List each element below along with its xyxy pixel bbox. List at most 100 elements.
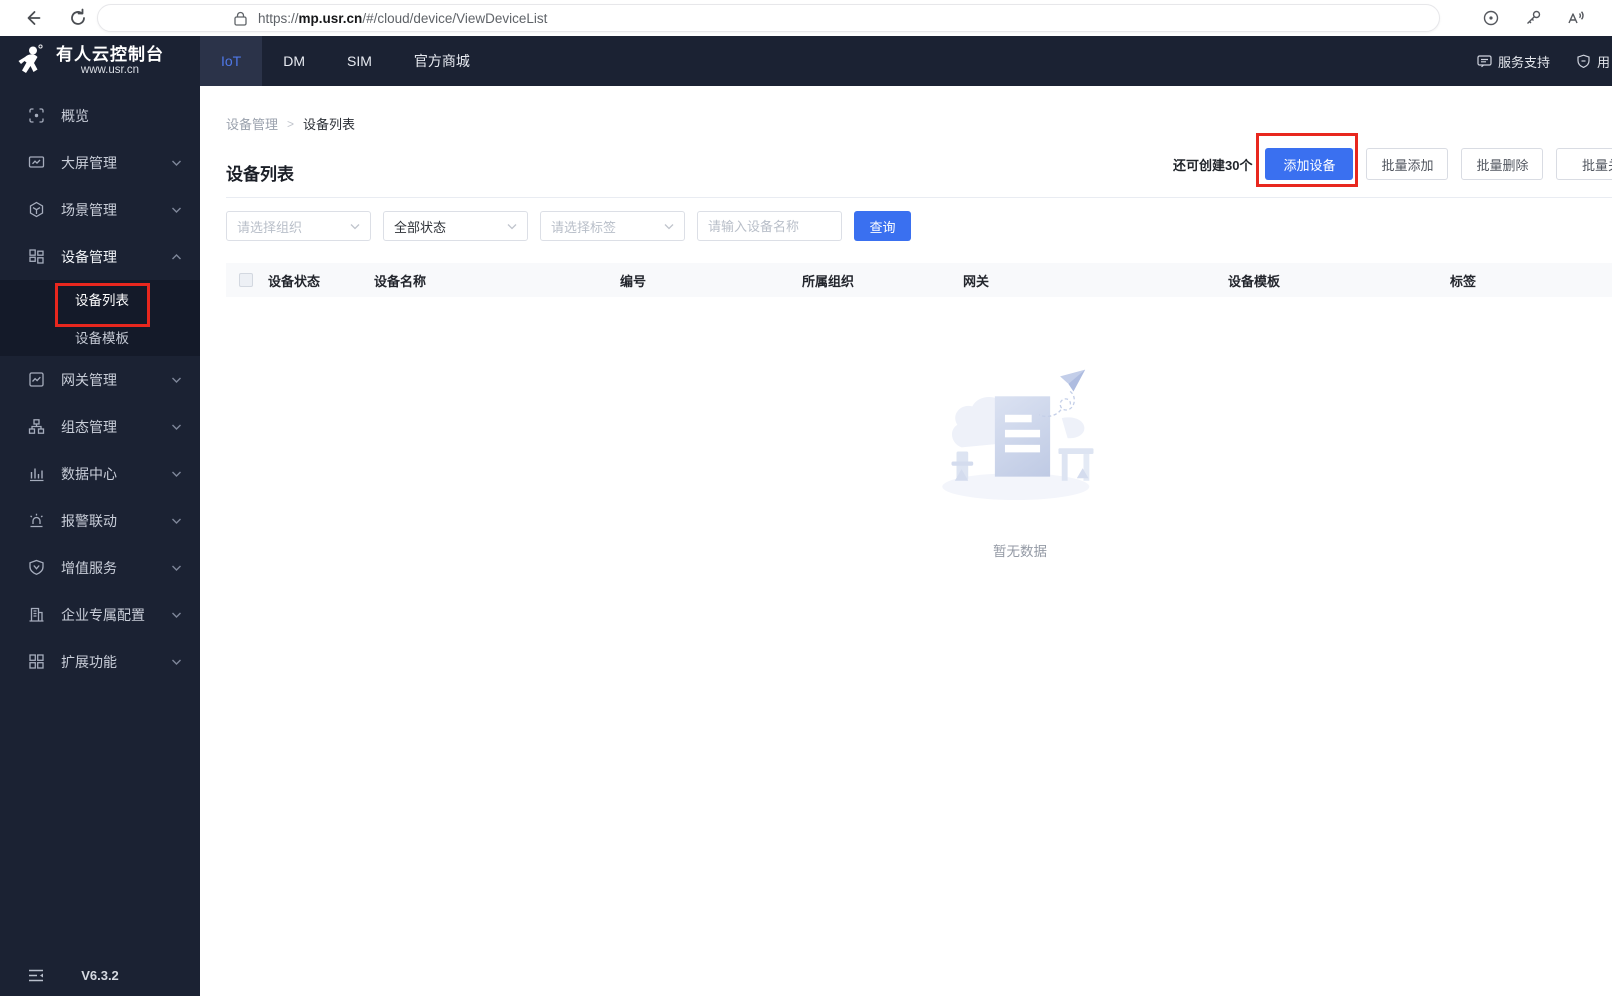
search-button[interactable]: 查询 xyxy=(854,211,911,241)
sidebar-item-vas[interactable]: 增值服务 xyxy=(0,544,200,591)
sidebar-item-label: 概览 xyxy=(61,107,89,124)
title-actions: 还可创建30个 添加设备 批量添加 批量删除 批量关 xyxy=(1173,133,1612,187)
device-name-input[interactable] xyxy=(697,211,842,241)
batch-more-button[interactable]: 批量关 xyxy=(1556,148,1612,180)
tab-iot[interactable]: IoT xyxy=(200,36,263,86)
url-text: https://mp.usr.cn/#/cloud/device/ViewDev… xyxy=(258,10,548,26)
sidebar-item-enterprise-config[interactable]: 企业专属配置 xyxy=(0,591,200,638)
tag-select[interactable]: 请选择标签 xyxy=(540,211,685,241)
status-select[interactable]: 全部状态 xyxy=(383,211,528,241)
filter-row: 请选择组织 全部状态 请选择标签 查询 xyxy=(226,211,1612,241)
quota-text: 还可创建30个 xyxy=(1173,157,1253,173)
enterprise-icon xyxy=(28,606,45,623)
datacenter-icon xyxy=(28,465,45,482)
column-header[interactable]: 标签 xyxy=(1450,271,1612,290)
chevron-down-icon xyxy=(171,423,182,431)
scene-icon xyxy=(28,201,45,218)
column-header[interactable]: 设备状态 xyxy=(268,271,374,290)
chevron-down-icon xyxy=(171,564,182,572)
location-icon[interactable] xyxy=(1482,9,1500,27)
vas-shield-icon xyxy=(28,559,45,576)
add-device-button[interactable]: 添加设备 xyxy=(1256,133,1359,187)
sidebar-item-device-management[interactable]: 设备管理 xyxy=(0,233,200,280)
breadcrumb: 设备管理 > 设备列表 xyxy=(226,114,1612,133)
gateway-icon xyxy=(28,371,45,388)
chevron-down-icon xyxy=(171,517,182,525)
sidebar-item-label: 扩展功能 xyxy=(61,653,117,670)
browser-chrome: https://mp.usr.cn/#/cloud/device/ViewDev… xyxy=(0,0,1612,36)
logo[interactable]: 有人云控制台 www.usr.cn xyxy=(0,36,200,86)
tab-official-store[interactable]: 官方商城 xyxy=(393,36,491,86)
chevron-down-icon xyxy=(171,206,182,214)
sidebar-item-alarm[interactable]: 报警联动 xyxy=(0,497,200,544)
column-header[interactable]: 设备名称 xyxy=(374,271,620,290)
user-center-link[interactable]: 用 xyxy=(1576,52,1610,71)
sidebar-item-datacenter[interactable]: 数据中心 xyxy=(0,450,200,497)
table-header: 设备状态 设备名称 编号 所属组织 网关 设备模板 标签 xyxy=(226,263,1612,297)
read-aloud-icon[interactable] xyxy=(1566,9,1584,27)
sidebar: 概览 大屏管理 场景管理 设备管理 设备列表 设备模板 网关管理 组态管理 数据… xyxy=(0,86,200,996)
sidebar-subitem-device-template[interactable]: 设备模板 xyxy=(0,318,200,356)
batch-delete-button[interactable]: 批量删除 xyxy=(1461,148,1544,180)
batch-add-button[interactable]: 批量添加 xyxy=(1366,148,1449,180)
sidebar-item-scada[interactable]: 组态管理 xyxy=(0,403,200,450)
sidebar-item-label: 组态管理 xyxy=(61,418,117,435)
chevron-down-icon xyxy=(171,376,182,384)
sidebar-item-overview[interactable]: 概览 xyxy=(0,92,200,139)
back-icon[interactable] xyxy=(22,8,42,28)
shield-icon xyxy=(1577,54,1590,68)
column-header[interactable]: 所属组织 xyxy=(802,271,963,290)
org-select[interactable]: 请选择组织 xyxy=(226,211,371,241)
column-header[interactable]: 网关 xyxy=(963,271,1228,290)
chevron-down-icon xyxy=(171,611,182,619)
sidebar-item-label: 企业专属配置 xyxy=(61,606,145,623)
usr-logo-icon xyxy=(18,44,43,73)
chevron-down-icon xyxy=(171,658,182,666)
top-tabs: IoT DM SIM 官方商城 xyxy=(200,36,491,86)
scada-icon xyxy=(28,418,45,435)
chevron-down-icon xyxy=(507,223,517,230)
chevron-down-icon xyxy=(350,223,360,230)
chevron-down-icon xyxy=(664,223,674,230)
refresh-icon[interactable] xyxy=(68,8,88,28)
sidebar-item-label: 报警联动 xyxy=(61,512,117,529)
sidebar-item-label: 数据中心 xyxy=(61,465,117,482)
breadcrumb-separator: > xyxy=(287,116,295,131)
version-label: V6.3.2 xyxy=(81,967,119,983)
main-content: 设备管理 > 设备列表 设备列表 还可创建30个 添加设备 批量添加 批量删除 … xyxy=(200,86,1612,996)
sidebar-item-label: 大屏管理 xyxy=(61,154,117,171)
sidebar-item-label: 设备管理 xyxy=(61,248,117,265)
sidebar-item-extensions[interactable]: 扩展功能 xyxy=(0,638,200,685)
service-support-link[interactable]: 服务支持 xyxy=(1477,52,1550,71)
chevron-down-icon xyxy=(171,159,182,167)
column-header[interactable]: 设备模板 xyxy=(1228,271,1450,290)
device-management-submenu: 设备列表 设备模板 xyxy=(0,280,200,356)
address-bar[interactable]: https://mp.usr.cn/#/cloud/device/ViewDev… xyxy=(97,4,1440,32)
sidebar-item-scene[interactable]: 场景管理 xyxy=(0,186,200,233)
column-header[interactable]: 编号 xyxy=(620,271,802,290)
app-header: 有人云控制台 www.usr.cn IoT DM SIM 官方商城 服务支持 用 xyxy=(0,36,1612,86)
sidebar-subitem-device-list[interactable]: 设备列表 xyxy=(0,280,200,327)
select-all-checkbox[interactable] xyxy=(239,273,253,287)
lock-icon[interactable] xyxy=(234,11,247,26)
breadcrumb-parent[interactable]: 设备管理 xyxy=(226,114,278,133)
chevron-up-icon xyxy=(171,253,182,261)
extensions-icon xyxy=(28,653,45,670)
empty-text: 暂无数据 xyxy=(993,544,1047,559)
bigscreen-icon xyxy=(28,154,45,171)
tab-sim[interactable]: SIM xyxy=(326,36,393,86)
overview-icon xyxy=(28,107,45,124)
chat-icon xyxy=(1477,54,1492,67)
breadcrumb-current: 设备列表 xyxy=(303,117,356,132)
alarm-icon xyxy=(28,512,45,529)
divider xyxy=(226,197,1612,198)
logo-subtitle: www.usr.cn xyxy=(80,64,140,76)
logo-title: 有人云控制台 xyxy=(56,45,164,64)
empty-state: 暂无数据 xyxy=(936,368,1104,560)
sidebar-item-gateway[interactable]: 网关管理 xyxy=(0,356,200,403)
tab-dm[interactable]: DM xyxy=(262,36,326,86)
sidebar-item-bigscreen[interactable]: 大屏管理 xyxy=(0,139,200,186)
sidebar-item-label: 网关管理 xyxy=(61,371,117,388)
sidebar-item-label: 场景管理 xyxy=(61,201,117,218)
key-icon[interactable] xyxy=(1524,9,1542,27)
